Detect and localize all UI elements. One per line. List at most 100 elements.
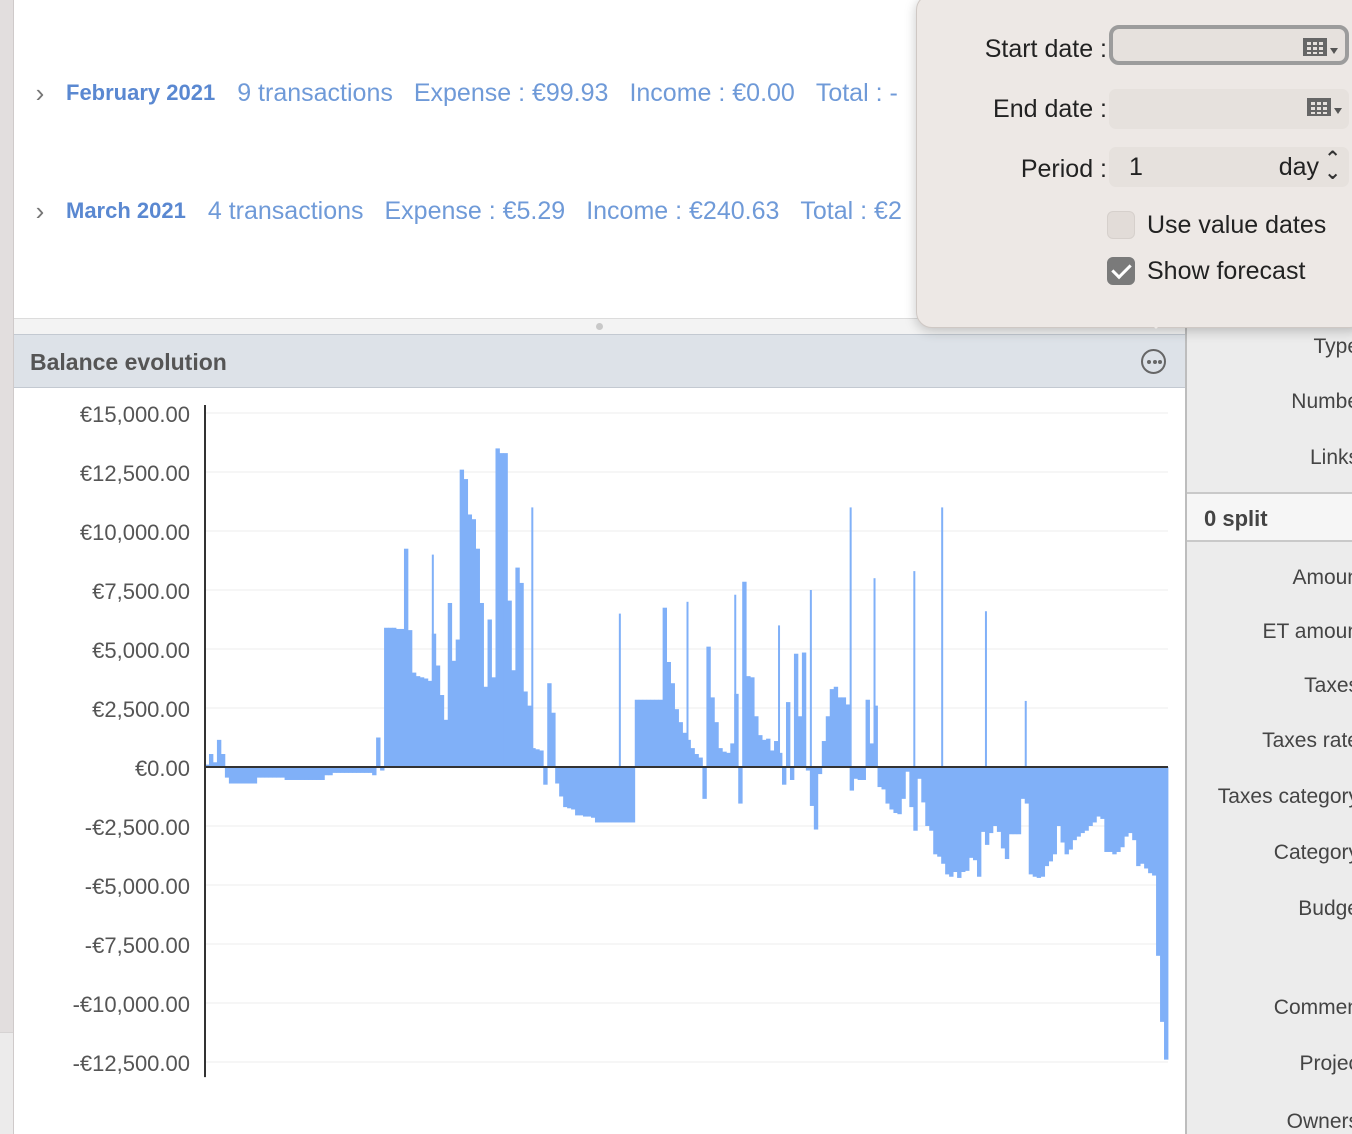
divider-handle[interactable] (596, 323, 603, 330)
balance-bar (1136, 767, 1141, 867)
balance-bar (372, 767, 377, 776)
more-options-button[interactable] (1141, 349, 1166, 374)
balance-bar (877, 767, 882, 788)
balance-bar (471, 519, 476, 767)
balance-bar (825, 716, 831, 767)
balance-spike (778, 625, 781, 767)
balance-bar (312, 767, 317, 780)
balance-bar (244, 767, 250, 784)
balance-bar (678, 722, 683, 767)
balance-bar (634, 699, 640, 767)
calendar-icon[interactable] (1303, 38, 1338, 58)
use-value-dates-checkbox[interactable] (1107, 211, 1135, 239)
balance-bar (980, 767, 986, 832)
balance-bar (662, 607, 668, 767)
balance-bar (539, 750, 544, 767)
calendar-icon[interactable] (1307, 98, 1342, 118)
balance-bar (949, 767, 954, 877)
balance-bar (746, 676, 751, 767)
balance-bar (1048, 767, 1053, 862)
balance-bar (300, 767, 305, 780)
balance-bar (280, 767, 285, 778)
balance-bar (523, 691, 528, 767)
balance-spike (618, 613, 621, 767)
month-row-february[interactable]: › February 2021 9 transactions Expense :… (14, 73, 919, 113)
balance-bar (260, 767, 266, 778)
balance-bar (519, 582, 524, 767)
balance-bar (921, 767, 926, 803)
balance-bar (881, 767, 886, 790)
balance-bar (841, 697, 847, 767)
balance-bar (626, 767, 632, 823)
use-value-dates-row[interactable]: Use value dates (1107, 209, 1326, 241)
end-date-field[interactable] (1109, 89, 1349, 129)
show-forecast-row[interactable]: Show forecast (1107, 255, 1305, 287)
balance-bar (909, 767, 914, 808)
period-unit[interactable]: day (1279, 153, 1319, 182)
chevron-updown-icon[interactable]: ⌃ ⌄ (1324, 149, 1341, 183)
start-date-field[interactable] (1109, 25, 1349, 65)
balance-bar (1112, 767, 1117, 855)
show-forecast-checkbox[interactable] (1107, 257, 1135, 285)
balance-bar (973, 767, 978, 861)
balance-bar (706, 646, 711, 767)
balance-bar (618, 767, 624, 823)
balance-bar (447, 602, 453, 767)
balance-bar (793, 653, 799, 767)
balance-bar (1032, 767, 1038, 877)
balance-bar (1160, 767, 1165, 1022)
balance-bar (232, 767, 238, 784)
balance-bar (328, 767, 333, 776)
balance-bar (658, 699, 664, 767)
y-tick-label: -€5,000.00 (85, 874, 190, 899)
chevron-right-icon[interactable]: › (14, 78, 66, 109)
field-label-taxes: Taxes (1304, 674, 1352, 697)
balance-bar (411, 672, 417, 767)
balance-bar (730, 743, 735, 767)
split-section-header[interactable]: 0 split (1187, 492, 1352, 542)
balance-bar (415, 676, 421, 767)
balance-bar (376, 737, 381, 767)
balance-bar (535, 749, 540, 767)
balance-bar (610, 767, 616, 823)
balance-bar (248, 767, 254, 784)
left-sidebar-edge (0, 0, 14, 1134)
chart-panel-header: Balance evolution (14, 334, 1185, 388)
field-label-budget: Budge (1298, 897, 1352, 920)
balance-bar (885, 767, 890, 804)
balance-bar (304, 767, 309, 780)
balance-bar (459, 469, 465, 767)
balance-bar (308, 767, 313, 780)
balance-bar (1124, 767, 1129, 837)
balance-bar (388, 627, 393, 767)
balance-bar (1020, 767, 1026, 799)
balance-bar (1036, 767, 1042, 878)
balance-spike (941, 507, 944, 767)
balance-bar (252, 767, 258, 784)
field-label-et-amount: ET amoun (1262, 620, 1352, 643)
show-forecast-label[interactable]: Show forecast (1147, 257, 1305, 286)
balance-bar (208, 754, 214, 767)
balance-bar (407, 630, 413, 767)
balance-bar (642, 699, 648, 767)
balance-bar (785, 702, 791, 767)
balance-bar (567, 767, 572, 809)
balance-bar (463, 479, 469, 767)
period-value[interactable]: 1 (1129, 153, 1143, 182)
period-stepper[interactable]: 1 day ⌃ ⌄ (1109, 147, 1349, 187)
balance-bar (1108, 767, 1113, 852)
y-tick-label: -€10,000.00 (73, 992, 190, 1017)
balance-spike (849, 507, 852, 767)
chevron-right-icon[interactable]: › (14, 196, 66, 227)
field-label-owners: Owners (1286, 1110, 1352, 1133)
use-value-dates-label[interactable]: Use value dates (1147, 211, 1326, 240)
month-row-march[interactable]: › March 2021 4 transactions Expense : €5… (14, 191, 923, 231)
expense-total: Expense : €99.93 (413, 78, 609, 107)
income-total: Income : €240.63 (586, 196, 780, 225)
field-label-type: Type (1313, 335, 1352, 358)
balance-bar (455, 639, 461, 767)
balance-bar (702, 767, 707, 799)
balance-bar (893, 767, 898, 814)
balance-bar (682, 732, 687, 767)
balance-bar (224, 767, 230, 778)
